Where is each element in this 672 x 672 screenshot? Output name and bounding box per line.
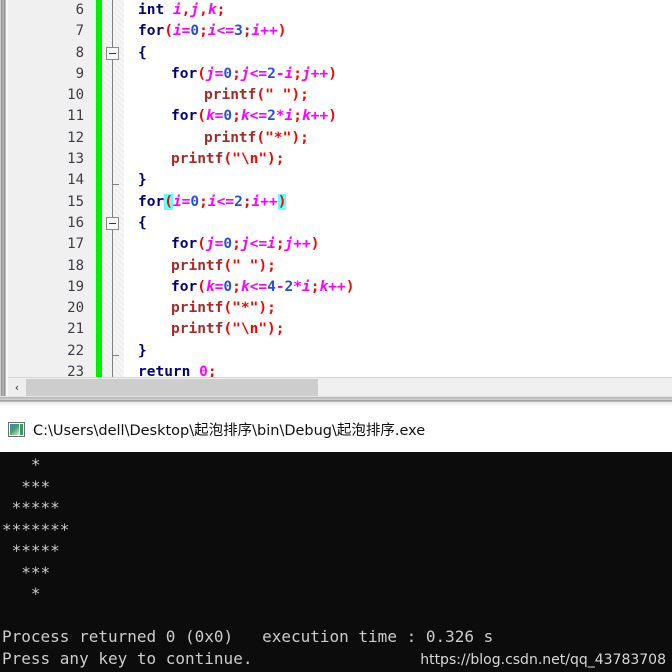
editor-left-frame-border — [0, 0, 8, 396]
screenshot-root: 6 7 8 9 10 11 12 13 14 15 16 17 18 19 20 21 22 23 int i,j… — [0, 0, 672, 672]
line-number: 6 — [75, 2, 84, 18]
code-line[interactable]: printf("*"); — [124, 128, 672, 149]
line-number: 7 — [75, 23, 84, 40]
scrollbar-thumb[interactable] — [26, 378, 318, 396]
fold-collapse-box[interactable] — [106, 217, 119, 230]
watermark-text: https://blog.csdn.net/qq_43783708 — [420, 652, 666, 668]
code-line[interactable]: { — [124, 213, 672, 234]
console-line: ***** — [2, 541, 60, 560]
line-number: 21 — [67, 321, 84, 338]
editor-horizontal-scrollbar[interactable]: ‹ — [8, 377, 672, 396]
console-line: ******* — [2, 519, 70, 539]
fold-collapse-box[interactable] — [106, 46, 119, 60]
console-window-icon — [8, 421, 25, 437]
code-line[interactable]: for(i=0;i<=3;i++) — [124, 21, 672, 42]
code-line[interactable]: printf(" "); — [124, 85, 672, 106]
console-line: *** — [2, 562, 51, 582]
code-line[interactable]: { — [124, 43, 672, 64]
console-line: * — [2, 455, 41, 474]
code-line[interactable]: printf("\n"); — [124, 319, 672, 340]
fold-end-tick — [112, 184, 119, 186]
console-line: * — [2, 584, 41, 603]
code-line[interactable]: for(k=0;k<=2*i;k++) — [124, 106, 672, 127]
scrollbar-track[interactable] — [26, 378, 672, 396]
line-number: 18 — [67, 257, 84, 274]
line-number: 9 — [75, 65, 84, 82]
code-text-area[interactable]: int i,j,k; for(i=0;i<=3;i++){for(j=0;j<=2… — [124, 0, 672, 378]
line-number: 16 — [67, 214, 84, 231]
line-number: 15 — [67, 193, 84, 210]
code-line[interactable]: printf("*"); — [124, 298, 672, 319]
code-line[interactable]: } — [124, 341, 672, 362]
code-line[interactable]: for(j=0;j<=2-i;j++) — [124, 64, 672, 85]
code-line[interactable]: for(i=0;i<=2;i++) — [124, 192, 672, 213]
console-line: ***** — [2, 498, 60, 517]
scroll-left-arrow-icon[interactable]: ‹ — [8, 378, 26, 396]
console-title-bar: C:\Users\dell\Desktop\起泡排序\bin\Debug\起泡排… — [0, 406, 672, 452]
code-line[interactable]: int i,j,k; — [124, 0, 672, 21]
code-folding-gutter[interactable] — [102, 0, 124, 378]
console-line: Process returned 0 (0x0) execution time … — [2, 627, 494, 646]
console-output-text: * *** ***** ******* ***** *** * Process r… — [0, 454, 672, 669]
editor-body: 6 7 8 9 10 11 12 13 14 15 16 17 18 19 20 21 22 23 int i,j… — [8, 0, 672, 380]
code-line[interactable]: for(k=0;k<=4-2*i;k++) — [124, 277, 672, 298]
code-line[interactable]: for(j=0;j<=i;j++) — [124, 234, 672, 255]
console-output-pane[interactable]: * *** ***** ******* ***** *** * Process r… — [0, 452, 672, 672]
line-number: 17 — [67, 236, 84, 253]
code-line[interactable]: printf(" "); — [124, 256, 672, 277]
line-number: 11 — [67, 108, 84, 125]
line-number: 20 — [67, 300, 84, 317]
line-number: 8 — [75, 44, 84, 61]
code-line[interactable]: return 0; — [124, 362, 672, 378]
code-line[interactable]: } — [124, 170, 672, 191]
fold-end-tick — [112, 354, 119, 356]
line-number: 10 — [67, 87, 84, 104]
code-editor-pane: 6 7 8 9 10 11 12 13 14 15 16 17 18 19 20 21 22 23 int i,j… — [0, 0, 672, 396]
line-number: 14 — [67, 172, 84, 189]
code-line[interactable]: printf("\n"); — [124, 149, 672, 170]
line-number: 12 — [67, 129, 84, 146]
console-line: *** — [2, 476, 51, 496]
line-number-gutter: 6 7 8 9 10 11 12 13 14 15 16 17 18 19 20 21 22 23 — [8, 0, 96, 380]
line-number: 19 — [67, 278, 84, 295]
pane-separator — [0, 396, 672, 406]
line-number: 13 — [67, 151, 84, 168]
console-title-text: C:\Users\dell\Desktop\起泡排序\bin\Debug\起泡排… — [33, 422, 426, 439]
line-number: 22 — [67, 342, 84, 359]
